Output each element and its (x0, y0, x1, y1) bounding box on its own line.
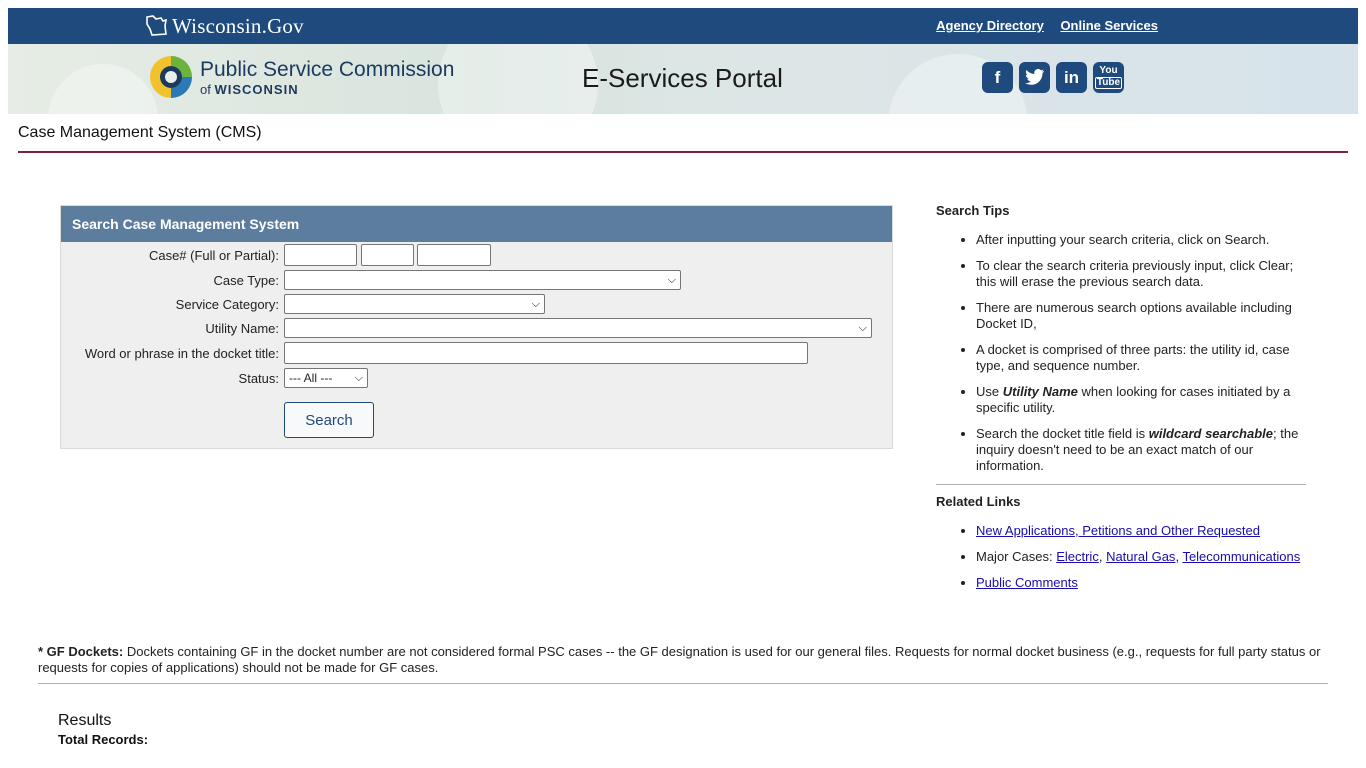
gf-dockets-text: Dockets containing GF in the docket numb… (38, 644, 1321, 675)
list-item: Search the docket title field is wildcar… (976, 426, 1306, 474)
search-tips-title: Search Tips (936, 203, 1010, 218)
heading-divider (18, 151, 1348, 153)
header-banner: Public Service Commission of WISCONSIN E… (8, 44, 1358, 114)
list-item: Public Comments (976, 575, 1306, 591)
psc-logo[interactable]: Public Service Commission of WISCONSIN (148, 54, 454, 100)
results-divider (38, 683, 1328, 684)
status-selected-value: --- All --- (289, 371, 333, 385)
telecommunications-link[interactable]: Telecommunications (1182, 549, 1300, 564)
chevron-down-icon: ⌵ (667, 273, 676, 286)
search-panel-title: Search Case Management System (61, 206, 892, 242)
linkedin-icon[interactable]: in (1056, 62, 1087, 93)
wisconsin-gov-logo[interactable]: Wisconsin.Gov (144, 12, 304, 40)
tip-text: Search the docket title field is (976, 426, 1146, 441)
psc-wisconsin: WISCONSIN (214, 81, 299, 97)
page-title: Case Management System (CMS) (18, 124, 262, 141)
list-item: Major Cases: Electric, Natural Gas, Tele… (976, 549, 1306, 565)
psc-of: of (200, 81, 211, 97)
case-type-label: Case Type: (213, 273, 279, 288)
portal-title: E-Services Portal (582, 63, 783, 93)
search-panel: Search Case Management System Case# (Ful… (60, 205, 893, 449)
list-item: Use Utility Name when looking for cases … (976, 384, 1306, 416)
sidebar: Search Tips After inputting your search … (936, 203, 1306, 601)
wisconsin-gov-text: Wisconsin.Gov (172, 13, 304, 38)
total-records-label: Total Records: (58, 732, 149, 747)
psc-swirl-icon (150, 56, 192, 98)
chevron-down-icon: ⌵ (354, 371, 363, 384)
psc-line-1: Public Service Commission (200, 57, 455, 81)
list-item: After inputting your search criteria, cl… (976, 232, 1306, 248)
chevron-down-icon: ⌵ (858, 321, 867, 334)
tip-emphasis: wildcard searchable (1148, 426, 1273, 441)
twitter-icon[interactable] (1019, 62, 1050, 93)
related-links-title: Related Links (936, 494, 1021, 509)
public-comments-link[interactable]: Public Comments (976, 575, 1078, 590)
sidebar-divider (936, 484, 1306, 485)
status-select[interactable]: --- All --- ⌵ (284, 368, 368, 388)
wisconsin-state-icon (146, 15, 168, 36)
case-number-label: Case# (Full or Partial): (148, 248, 279, 263)
docket-title-phrase-input[interactable] (284, 342, 808, 364)
facebook-icon[interactable]: f (982, 62, 1013, 93)
list-item: There are numerous search options availa… (976, 300, 1306, 332)
related-links-list: New Applications, Petitions and Other Re… (936, 523, 1306, 591)
social-links: f in You Tube (982, 62, 1124, 93)
tip-text: Use (976, 384, 1000, 399)
psc-line-2: of WISCONSIN (200, 83, 454, 96)
case-utility-id-input[interactable] (284, 244, 357, 266)
top-links: Agency Directory Online Services (923, 18, 1158, 33)
case-sequence-input[interactable] (417, 244, 491, 266)
case-type-select[interactable]: ⌵ (284, 270, 681, 290)
gf-dockets-note: * GF Dockets: Dockets containing GF in t… (38, 644, 1328, 676)
utility-name-select[interactable]: ⌵ (284, 318, 872, 338)
docket-title-phrase-label: Word or phrase in the docket title: (84, 346, 279, 361)
new-applications-link[interactable]: New Applications, Petitions and Other Re… (976, 523, 1260, 538)
results-title: Results (58, 712, 112, 729)
chevron-down-icon: ⌵ (531, 297, 540, 310)
electric-link[interactable]: Electric (1056, 549, 1099, 564)
agency-directory-link[interactable]: Agency Directory (936, 18, 1044, 33)
search-tips-list: After inputting your search criteria, cl… (936, 232, 1306, 474)
youtube-icon[interactable]: You Tube (1093, 62, 1124, 93)
top-bar: Wisconsin.Gov Agency Directory Online Se… (8, 8, 1358, 44)
major-cases-label: Major Cases: (976, 549, 1053, 564)
tip-emphasis: Utility Name (1002, 384, 1078, 399)
natural-gas-link[interactable]: Natural Gas (1106, 549, 1175, 564)
online-services-link[interactable]: Online Services (1060, 18, 1158, 33)
utility-name-label: Utility Name: (205, 321, 279, 336)
list-item: New Applications, Petitions and Other Re… (976, 523, 1306, 539)
psc-title: Public Service Commission of WISCONSIN (200, 59, 454, 96)
status-label: Status: (238, 371, 279, 386)
search-button[interactable]: Search (284, 402, 374, 438)
gf-dockets-label: * GF Dockets: (38, 644, 124, 659)
list-item: A docket is comprised of three parts: th… (976, 342, 1306, 374)
service-category-select[interactable]: ⌵ (284, 294, 545, 314)
case-type-code-input[interactable] (361, 244, 414, 266)
service-category-label: Service Category: (175, 297, 279, 312)
list-item: To clear the search criteria previously … (976, 258, 1306, 290)
